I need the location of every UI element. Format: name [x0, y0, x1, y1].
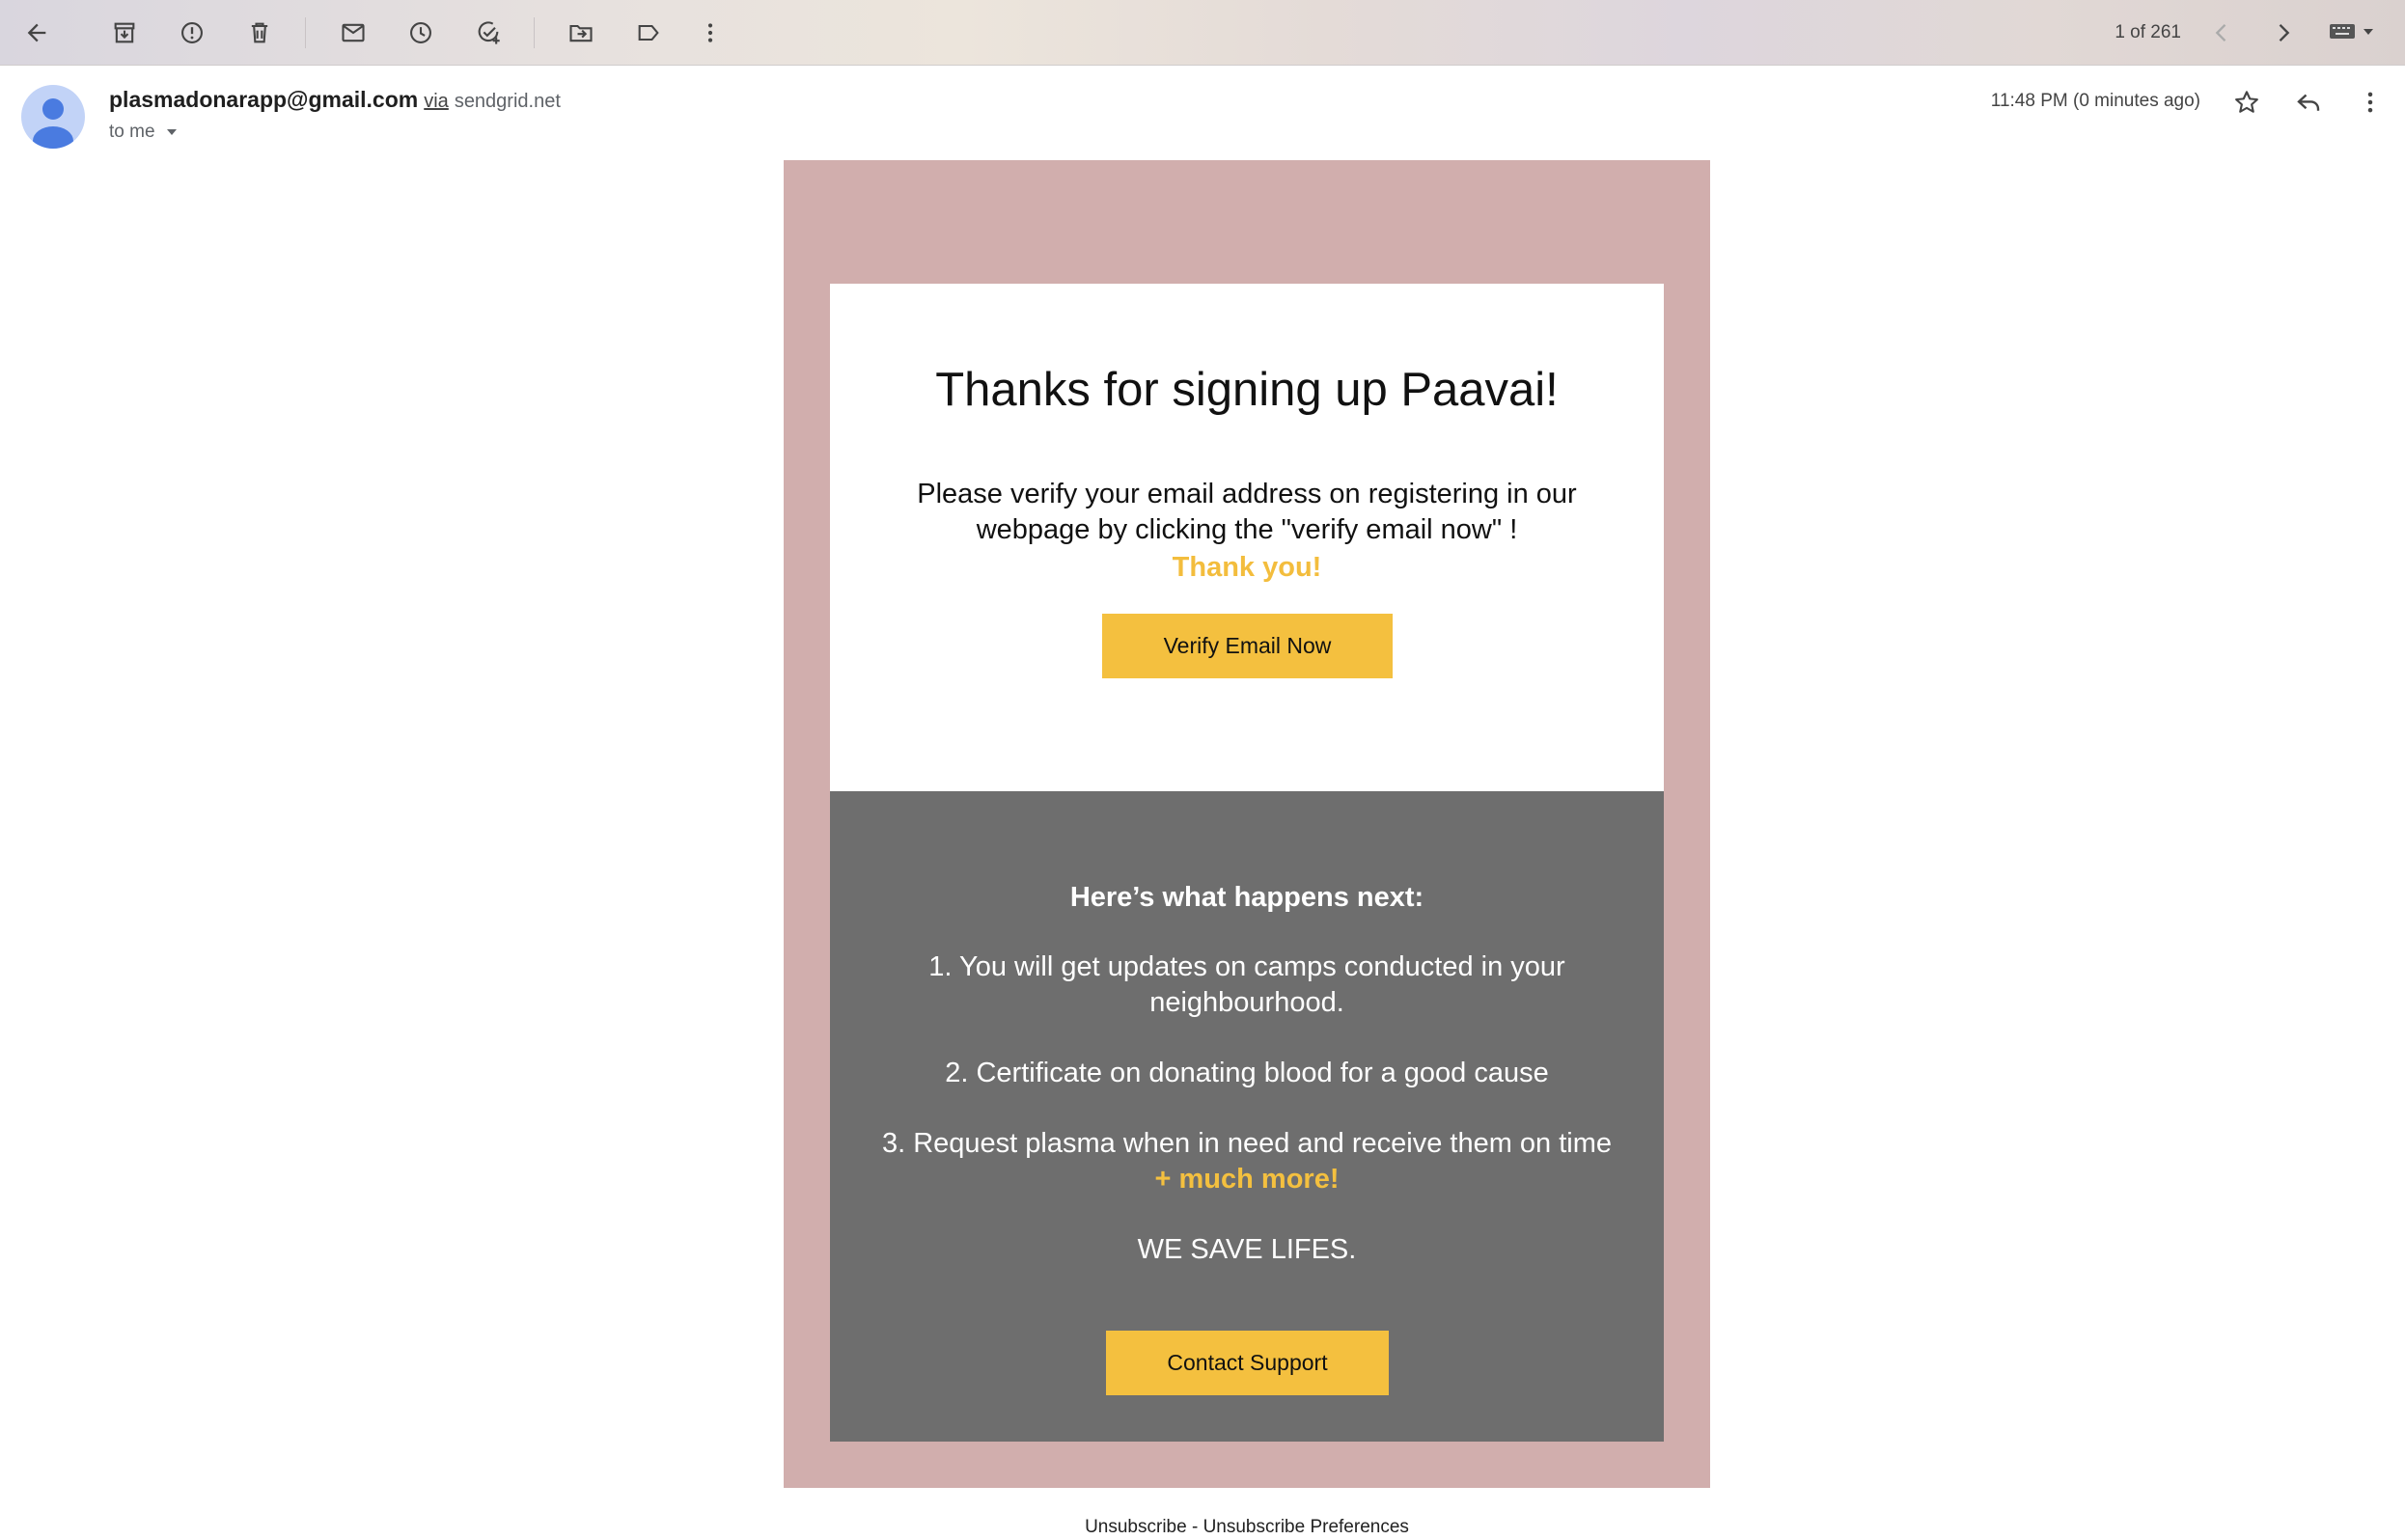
reply-icon[interactable]	[2287, 81, 2330, 124]
input-tools-button[interactable]	[2320, 17, 2384, 48]
email-title: Thanks for signing up Paavai!	[935, 364, 1559, 416]
footer-separator: -	[1186, 1517, 1203, 1537]
chevron-right-icon[interactable]	[2263, 13, 2304, 53]
toolbar-divider	[305, 17, 306, 48]
mark-unread-icon[interactable]	[333, 13, 373, 53]
list-item: 2. Certificate on donating blood for a g…	[945, 1058, 1549, 1088]
much-more-text: + much more!	[1154, 1164, 1340, 1195]
delete-icon[interactable]	[239, 13, 280, 53]
email-frame: Thanks for signing up Paavai! Please ver…	[784, 160, 1710, 1488]
person-icon	[33, 98, 73, 149]
via-domain: sendgrid.net	[454, 91, 561, 112]
slogan-text: WE SAVE LIFES.	[1137, 1234, 1357, 1265]
report-spam-icon[interactable]	[172, 13, 212, 53]
via-link[interactable]: via	[424, 91, 449, 113]
archive-icon[interactable]	[104, 13, 145, 53]
add-task-icon[interactable]	[468, 13, 509, 53]
contact-support-button[interactable]: Contact Support	[1106, 1331, 1389, 1395]
keyboard-icon	[2329, 21, 2356, 45]
next-steps-card: Here’s what happens next: 1. You will ge…	[830, 791, 1664, 1442]
more-vertical-icon[interactable]	[2349, 81, 2391, 124]
to-label: to me	[109, 122, 155, 142]
toolbar: 1 of 261	[0, 0, 2405, 66]
label-icon[interactable]	[628, 13, 669, 53]
chevron-left-icon[interactable]	[2201, 13, 2242, 53]
more-vertical-icon[interactable]	[690, 13, 731, 53]
sender-email[interactable]: plasmadonarapp@gmail.com	[109, 87, 418, 113]
move-to-icon[interactable]	[561, 13, 601, 53]
verify-message: Please verify your email address on regi…	[917, 479, 1577, 545]
unsubscribe-link[interactable]: Unsubscribe	[1085, 1517, 1187, 1537]
verify-card: Thanks for signing up Paavai! Please ver…	[830, 284, 1664, 791]
unsubscribe-preferences-link[interactable]: Unsubscribe Preferences	[1203, 1517, 1409, 1537]
caret-down-icon	[165, 122, 179, 143]
timestamp: 11:48 PM (0 minutes ago)	[1990, 91, 2200, 111]
caret-down-icon	[2362, 24, 2375, 41]
recipient-details-toggle[interactable]: to me	[109, 120, 179, 145]
footer-links: Unsubscribe - Unsubscribe Preferences	[784, 1515, 1710, 1540]
list-item: 3. Request plasma when in need and recei…	[881, 1128, 1613, 1159]
snooze-icon[interactable]	[401, 13, 441, 53]
sender-line: plasmadonarapp@gmail.com via sendgrid.ne…	[109, 87, 561, 116]
toolbar-divider	[534, 17, 535, 48]
list-item: 1. You will get updates on camps conduct…	[928, 951, 1565, 1018]
thank-you-text: Thank you!	[1172, 552, 1322, 583]
page-count: 1 of 261	[2115, 22, 2181, 42]
verify-email-button[interactable]: Verify Email Now	[1102, 614, 1393, 678]
avatar[interactable]	[21, 85, 85, 149]
back-arrow-icon[interactable]	[16, 13, 57, 53]
next-steps-heading: Here’s what happens next:	[1069, 882, 1424, 913]
star-icon[interactable]	[2225, 81, 2268, 124]
